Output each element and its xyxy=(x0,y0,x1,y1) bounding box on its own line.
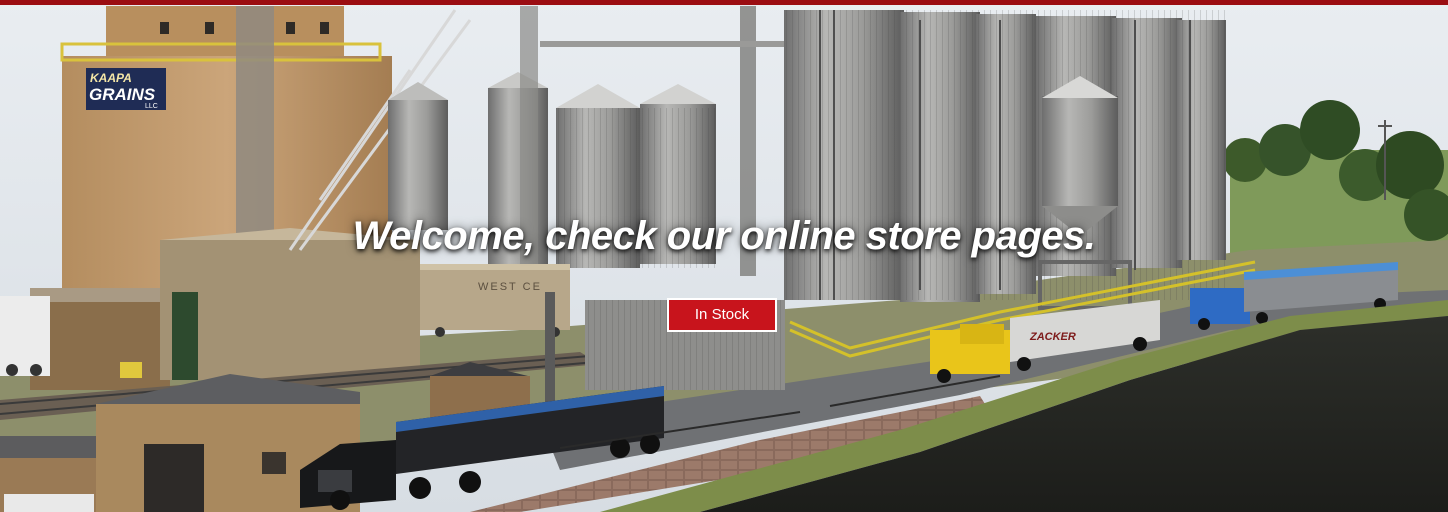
hero-headline: Welcome, check our online store pages. xyxy=(352,214,1096,258)
elevator-sign-sub: LLC xyxy=(145,103,158,110)
grain-elevator: KAAPA GRAINS LLC xyxy=(30,6,420,390)
trailer-lettering: ZACKER xyxy=(1029,331,1076,343)
hopper-car-lettering: WEST CE xyxy=(478,281,542,293)
silo-group-large xyxy=(784,10,1226,310)
hero-banner: KAAPA GRAINS LLC WEST CE ZACKER Welcome,… xyxy=(0,0,1448,512)
elevator-sign-main: GRAINS xyxy=(89,85,156,104)
in-stock-button[interactable]: In Stock xyxy=(667,298,777,332)
elevator-sign: KAAPA xyxy=(90,71,132,85)
top-accent-bar xyxy=(0,0,1448,5)
